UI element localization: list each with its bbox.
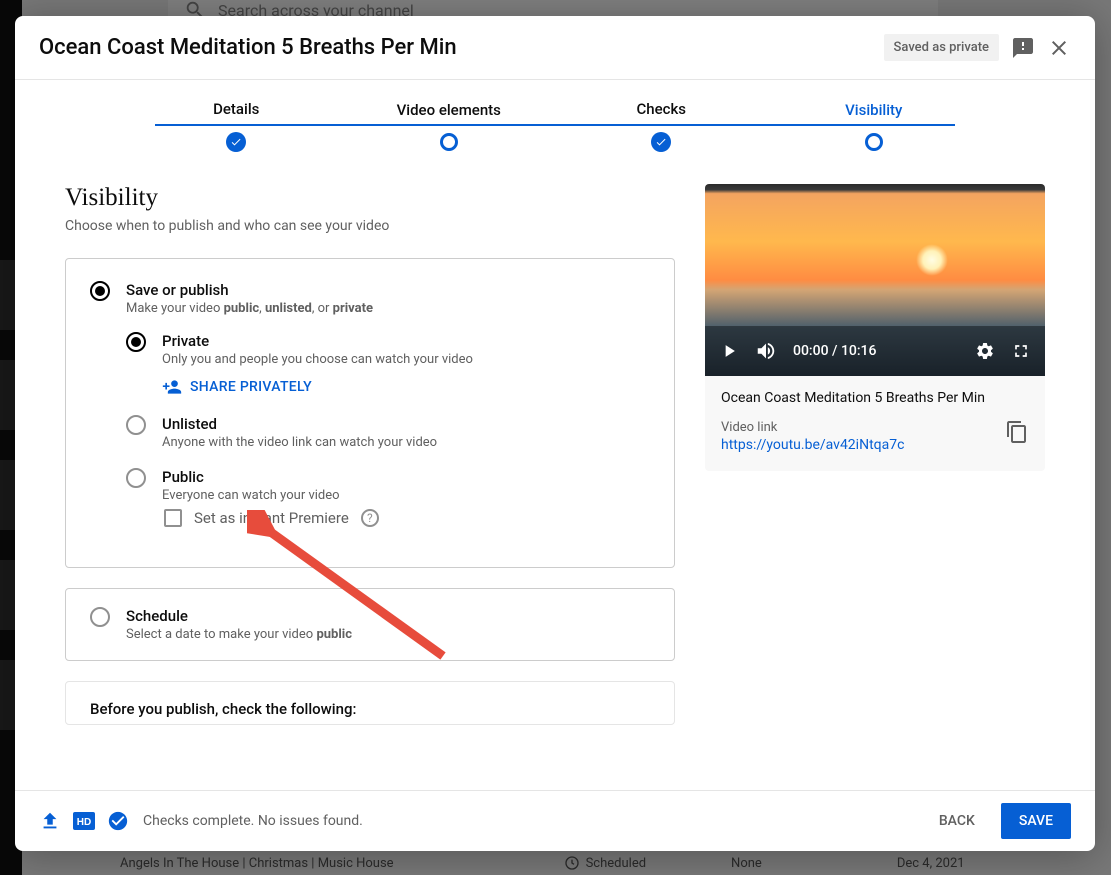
private-title: Private — [162, 332, 650, 350]
public-desc: Everyone can watch your video — [162, 488, 650, 503]
schedule-card[interactable]: Schedule Select a date to make your vide… — [65, 588, 675, 661]
settings-icon[interactable] — [975, 341, 995, 361]
footer-status: Checks complete. No issues found. — [143, 813, 363, 829]
unlisted-title: Unlisted — [162, 415, 650, 433]
visibility-subheading: Choose when to publish and who can see y… — [65, 218, 675, 234]
save-button[interactable]: SAVE — [1001, 803, 1071, 839]
checks-heading: Before you publish, check the following: — [90, 700, 650, 718]
premiere-label: Set as instant Premiere — [194, 509, 349, 527]
radio-private[interactable] — [126, 332, 146, 352]
volume-icon[interactable] — [755, 340, 777, 362]
upload-status-icon — [39, 810, 61, 832]
step-checks[interactable]: Checks — [555, 100, 768, 152]
dialog-header: Ocean Coast Meditation 5 Breaths Per Min… — [15, 16, 1095, 80]
play-icon[interactable] — [719, 341, 739, 361]
step-video-elements[interactable]: Video elements — [343, 101, 556, 151]
save-publish-desc: Make your video public, unlisted, or pri… — [126, 301, 650, 316]
step-details[interactable]: Details — [130, 100, 343, 152]
schedule-title: Schedule — [126, 607, 650, 625]
feedback-icon[interactable] — [1011, 36, 1035, 60]
stepper: Details Video elements Checks Visibility — [15, 80, 1095, 160]
public-title: Public — [162, 468, 650, 486]
unlisted-desc: Anyone with the video link can watch you… — [162, 435, 650, 450]
hd-badge-icon: HD — [73, 812, 95, 830]
share-privately-button[interactable]: SHARE PRIVATELY — [162, 377, 650, 397]
save-publish-card: Save or publish Make your video public, … — [65, 258, 675, 568]
dialog-title: Ocean Coast Meditation 5 Breaths Per Min — [39, 35, 872, 60]
radio-unlisted[interactable] — [126, 415, 146, 435]
back-button[interactable]: BACK — [927, 803, 987, 839]
checks-complete-icon — [107, 810, 129, 832]
link-label: Video link — [721, 420, 904, 435]
video-preview: 00:00 / 10:16 Ocean Coast Meditation 5 B… — [705, 184, 1045, 471]
visibility-heading: Visibility — [65, 184, 675, 212]
svg-text:HD: HD — [77, 817, 91, 828]
radio-schedule[interactable] — [90, 607, 110, 627]
preview-title: Ocean Coast Meditation 5 Breaths Per Min — [721, 390, 1029, 406]
radio-save-publish[interactable] — [90, 281, 110, 301]
fullscreen-icon[interactable] — [1011, 341, 1031, 361]
save-publish-title: Save or publish — [126, 281, 650, 299]
video-link[interactable]: https://youtu.be/av42iNtqa7c — [721, 437, 904, 453]
private-desc: Only you and people you choose can watch… — [162, 352, 650, 367]
upload-dialog: Ocean Coast Meditation 5 Breaths Per Min… — [15, 16, 1095, 851]
copy-icon[interactable] — [1005, 420, 1029, 448]
dialog-footer: HD Checks complete. No issues found. BAC… — [15, 790, 1095, 851]
schedule-desc: Select a date to make your video public — [126, 627, 650, 642]
saved-badge: Saved as private — [884, 34, 999, 61]
video-thumbnail[interactable]: 00:00 / 10:16 — [705, 184, 1045, 376]
premiere-checkbox[interactable] — [164, 509, 182, 527]
radio-public[interactable] — [126, 468, 146, 488]
close-icon[interactable] — [1047, 36, 1071, 60]
step-visibility[interactable]: Visibility — [768, 101, 981, 151]
player-time: 00:00 / 10:16 — [793, 343, 876, 359]
pre-publish-checks: Before you publish, check the following: — [65, 681, 675, 725]
help-icon[interactable]: ? — [361, 509, 379, 527]
